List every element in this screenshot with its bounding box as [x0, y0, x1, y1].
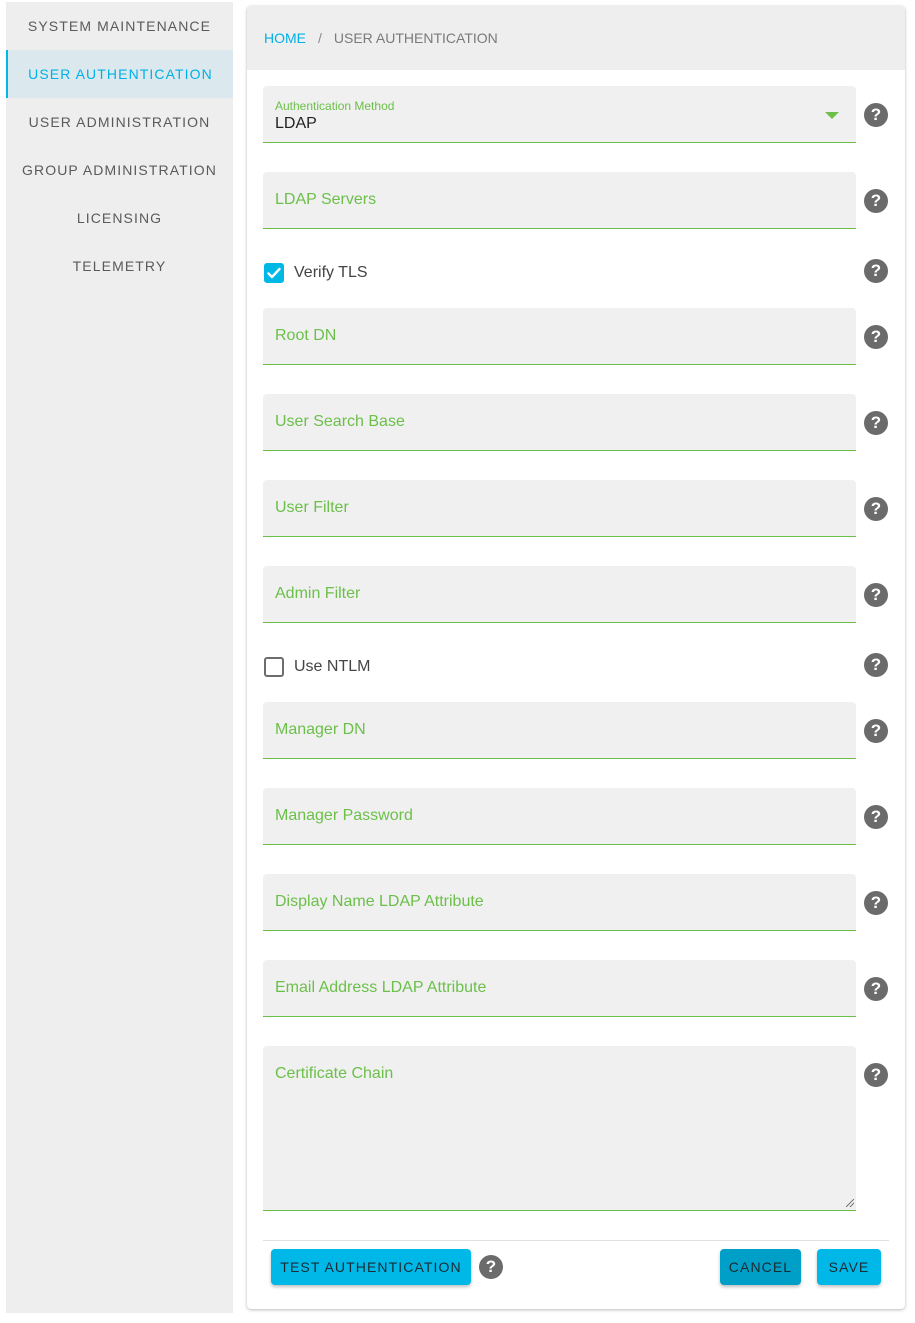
save-button[interactable]: SAVE: [817, 1249, 881, 1285]
user-filter-placeholder: User Filter: [275, 499, 349, 516]
auth-method-value: LDAP: [275, 115, 317, 132]
ldap-servers-input[interactable]: LDAP Servers: [263, 172, 856, 229]
sidebar-item-licensing[interactable]: LICENSING: [6, 194, 233, 242]
email-attr-placeholder: Email Address LDAP Attribute: [275, 979, 487, 996]
help-icon[interactable]: ?: [864, 719, 888, 743]
display-name-attr-placeholder: Display Name LDAP Attribute: [275, 893, 484, 910]
manager-dn-placeholder: Manager DN: [275, 721, 366, 738]
manager-password-placeholder: Manager Password: [275, 807, 413, 824]
cancel-button[interactable]: CANCEL: [720, 1249, 801, 1285]
settings-card: HOME / USER AUTHENTICATION Authenticatio…: [247, 6, 905, 1309]
root-dn-placeholder: Root DN: [275, 327, 337, 344]
manager-password-input[interactable]: Manager Password: [263, 788, 856, 845]
actions-divider: [263, 1240, 889, 1241]
help-icon[interactable]: ?: [864, 1063, 888, 1087]
help-icon[interactable]: ?: [864, 497, 888, 521]
test-authentication-button[interactable]: TEST AUTHENTICATION: [271, 1249, 471, 1285]
help-icon[interactable]: ?: [864, 325, 888, 349]
email-attr-input[interactable]: Email Address LDAP Attribute: [263, 960, 856, 1017]
use-ntlm-checkbox[interactable]: [264, 657, 284, 677]
breadcrumb-home-link[interactable]: HOME: [264, 30, 306, 46]
verify-tls-checkbox[interactable]: [264, 263, 284, 283]
sidebar-item-telemetry[interactable]: TELEMETRY: [6, 242, 233, 290]
sidebar: SYSTEM MAINTENANCE USER AUTHENTICATION U…: [6, 2, 233, 1313]
sidebar-item-user-administration[interactable]: USER ADMINISTRATION: [6, 98, 233, 146]
sidebar-item-system-maintenance[interactable]: SYSTEM MAINTENANCE: [6, 2, 233, 50]
help-icon[interactable]: ?: [864, 411, 888, 435]
checkmark-icon: [267, 267, 281, 279]
certificate-chain-textarea[interactable]: Certificate Chain: [263, 1046, 856, 1211]
breadcrumb-current: USER AUTHENTICATION: [333, 30, 498, 46]
help-icon[interactable]: ?: [864, 103, 888, 127]
certificate-chain-placeholder: Certificate Chain: [275, 1065, 394, 1082]
manager-dn-input[interactable]: Manager DN: [263, 702, 856, 759]
help-icon[interactable]: ?: [864, 189, 888, 213]
breadcrumb-separator: /: [318, 30, 322, 46]
help-icon[interactable]: ?: [864, 805, 888, 829]
dropdown-arrow-icon[interactable]: [825, 112, 839, 119]
ldap-servers-placeholder: LDAP Servers: [275, 191, 377, 208]
verify-tls-label[interactable]: Verify TLS: [294, 264, 368, 282]
auth-method-select[interactable]: Authentication Method LDAP: [263, 86, 856, 143]
sidebar-item-group-administration[interactable]: GROUP ADMINISTRATION: [6, 146, 233, 194]
use-ntlm-option: Use NTLM: [263, 655, 370, 679]
auth-method-label: Authentication Method: [275, 99, 395, 113]
verify-tls-option: Verify TLS: [263, 261, 368, 285]
help-icon[interactable]: ?: [864, 259, 888, 283]
user-filter-input[interactable]: User Filter: [263, 480, 856, 537]
breadcrumb: HOME / USER AUTHENTICATION: [247, 6, 905, 70]
help-icon[interactable]: ?: [864, 891, 888, 915]
sidebar-item-user-authentication[interactable]: USER AUTHENTICATION: [6, 50, 233, 98]
root-dn-input[interactable]: Root DN: [263, 308, 856, 365]
display-name-attr-input[interactable]: Display Name LDAP Attribute: [263, 874, 856, 931]
user-search-base-placeholder: User Search Base: [275, 413, 405, 430]
admin-filter-placeholder: Admin Filter: [275, 585, 361, 602]
user-search-base-input[interactable]: User Search Base: [263, 394, 856, 451]
help-icon[interactable]: ?: [864, 977, 888, 1001]
help-icon[interactable]: ?: [864, 653, 888, 677]
help-icon[interactable]: ?: [479, 1255, 503, 1279]
admin-filter-input[interactable]: Admin Filter: [263, 566, 856, 623]
resize-handle-icon[interactable]: [846, 1199, 854, 1207]
help-icon[interactable]: ?: [864, 583, 888, 607]
use-ntlm-label[interactable]: Use NTLM: [294, 658, 370, 676]
